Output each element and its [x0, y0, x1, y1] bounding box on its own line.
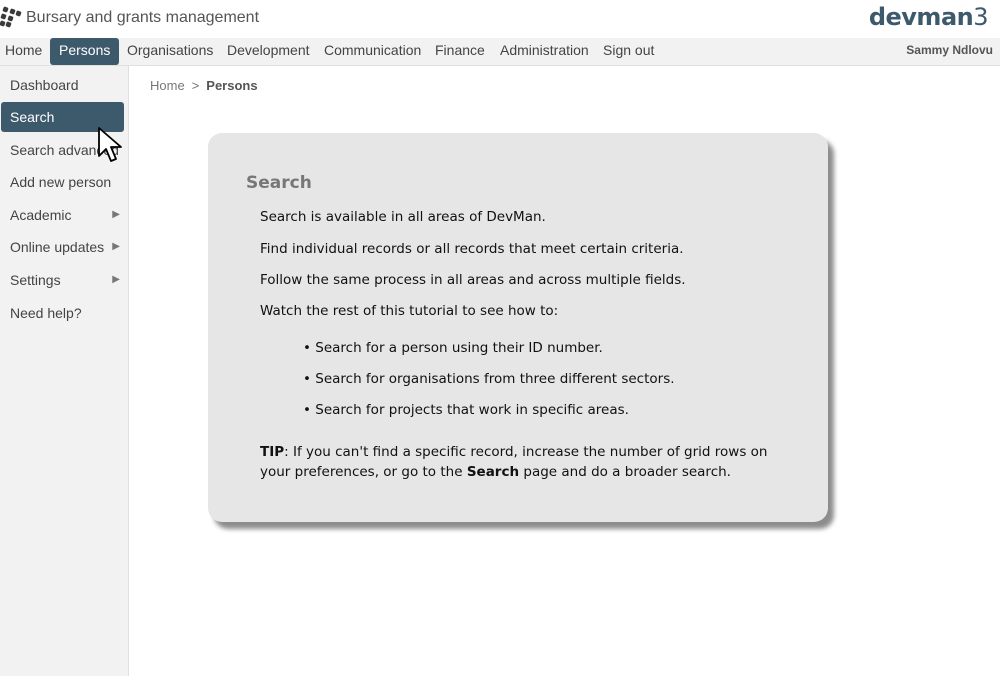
sidebar-item-dashboard[interactable]: Dashboard [1, 70, 124, 100]
sidebar-item-add-new-person[interactable]: Add new person [1, 167, 124, 197]
sidebar-item-label: Dashboard [10, 77, 79, 93]
sidebar-item-label: Academic [10, 207, 72, 223]
tip-search-link: Search [466, 464, 520, 480]
tutorial-card: Search Search is available in all areas … [208, 133, 828, 522]
nav-persons[interactable]: Persons [50, 38, 120, 65]
nav-sign-out[interactable]: Sign out [598, 38, 659, 65]
breadcrumb-separator: > [191, 78, 200, 93]
app-title: Bursary and grants management [26, 9, 260, 26]
card-bullet: • Search for a person using their ID num… [303, 340, 603, 356]
sidebar-item-academic[interactable]: Academic ▶ [1, 200, 124, 230]
tip-label: TIP [260, 444, 285, 460]
expand-arrow-icon: ▶ [112, 274, 120, 285]
sidebar-item-label: Add new person [10, 174, 112, 190]
card-bullet: • Search for organisations from three di… [303, 371, 675, 387]
card-tip: TIP: If you can't find a specific record… [260, 442, 780, 482]
nav-communication[interactable]: Communication [319, 38, 426, 65]
card-paragraph: Find individual records or all records t… [260, 241, 684, 257]
mouse-pointer-icon [98, 127, 122, 162]
brand-logo[interactable]: devman3 [868, 3, 989, 31]
sidebar-item-settings[interactable]: Settings ▶ [1, 265, 124, 295]
card-title: Search [246, 173, 312, 193]
breadcrumb-home[interactable]: Home [150, 78, 185, 93]
sidebar-item-label: Online updates [10, 239, 105, 255]
sidebar-item-label: Need help? [10, 305, 82, 321]
top-navigation: Home Persons Organisations Development C… [0, 38, 1000, 66]
nav-finance[interactable]: Finance [430, 38, 490, 65]
card-paragraph: Search is available in all areas of DevM… [260, 209, 546, 225]
card-paragraph: Watch the rest of this tutorial to see h… [260, 303, 559, 319]
tip-text-end: page and do a broader search. [519, 464, 731, 480]
user-name[interactable]: Sammy Ndlovu [906, 43, 993, 57]
sidebar-item-need-help[interactable]: Need help? [1, 298, 124, 328]
card-paragraph: Follow the same process in all areas and… [260, 272, 686, 288]
card-bullet: • Search for projects that work in speci… [303, 402, 629, 418]
nav-administration[interactable]: Administration [495, 38, 594, 65]
sidebar-item-label: Search [10, 109, 55, 125]
brand-suffix: 3 [973, 3, 988, 31]
expand-arrow-icon: ▶ [112, 241, 120, 252]
app-header: Bursary and grants management devman3 [0, 0, 1000, 38]
breadcrumb-current: Persons [206, 78, 258, 93]
sidebar-item-label: Settings [10, 272, 61, 288]
breadcrumb: Home > Persons [150, 78, 258, 93]
nav-development[interactable]: Development [222, 38, 315, 65]
nav-organisations[interactable]: Organisations [122, 38, 218, 65]
nav-home[interactable]: Home [0, 38, 47, 65]
expand-arrow-icon: ▶ [112, 209, 120, 220]
sidebar-item-online-updates[interactable]: Online updates ▶ [1, 232, 124, 262]
brand-name: devman [868, 3, 974, 31]
devman-logo-icon [0, 6, 22, 28]
